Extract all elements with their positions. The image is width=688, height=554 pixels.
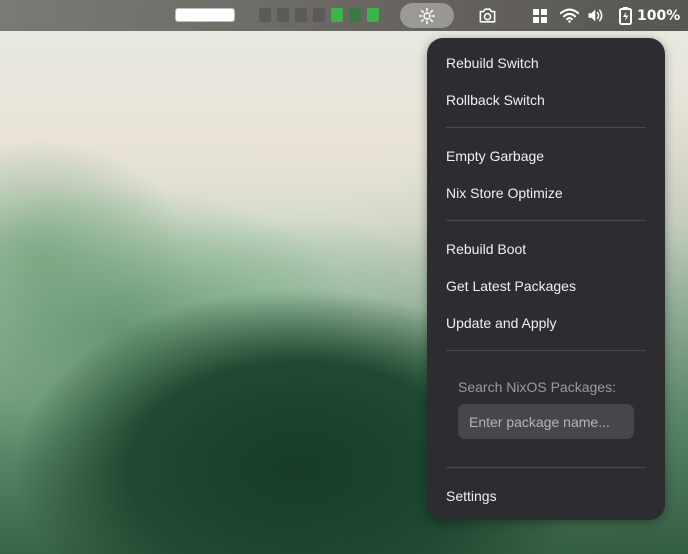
empty-garbage-item[interactable]: Empty Garbage	[427, 137, 665, 174]
nix-store-optimize-item[interactable]: Nix Store Optimize	[427, 174, 665, 211]
menu-separator	[446, 127, 646, 128]
workspace-5[interactable]	[331, 8, 343, 22]
rebuild-boot-item[interactable]: Rebuild Boot	[427, 230, 665, 267]
package-search-input[interactable]	[458, 404, 634, 439]
nixos-menu: Rebuild Switch Rollback Switch Empty Gar…	[427, 38, 665, 520]
wifi-icon[interactable]	[558, 0, 580, 31]
battery-icon[interactable]	[616, 0, 634, 31]
workspace-6[interactable]	[349, 8, 361, 22]
menu-separator	[446, 467, 646, 468]
workspace-3[interactable]	[295, 8, 307, 22]
menu-separator	[446, 220, 646, 221]
get-latest-packages-item[interactable]: Get Latest Packages	[427, 267, 665, 304]
camera-icon[interactable]	[476, 0, 498, 31]
search-packages-label: Search NixOS Packages:	[458, 379, 616, 395]
workspace-7[interactable]	[367, 8, 379, 22]
rebuild-switch-item[interactable]: Rebuild Switch	[427, 44, 665, 81]
update-and-apply-item[interactable]: Update and Apply	[427, 304, 665, 341]
rollback-switch-item[interactable]: Rollback Switch	[427, 81, 665, 118]
topbar-pill[interactable]	[175, 8, 235, 22]
settings-item[interactable]: Settings	[427, 477, 665, 514]
top-bar: 100%	[0, 0, 688, 31]
workspace-2[interactable]	[277, 8, 289, 22]
gear-icon[interactable]	[416, 0, 438, 31]
workspace-4[interactable]	[313, 8, 325, 22]
grid-icon[interactable]	[531, 0, 549, 31]
menu-separator	[446, 350, 646, 351]
battery-percentage: 100%	[637, 7, 681, 24]
volume-icon[interactable]	[586, 0, 606, 31]
workspace-1[interactable]	[259, 8, 271, 22]
